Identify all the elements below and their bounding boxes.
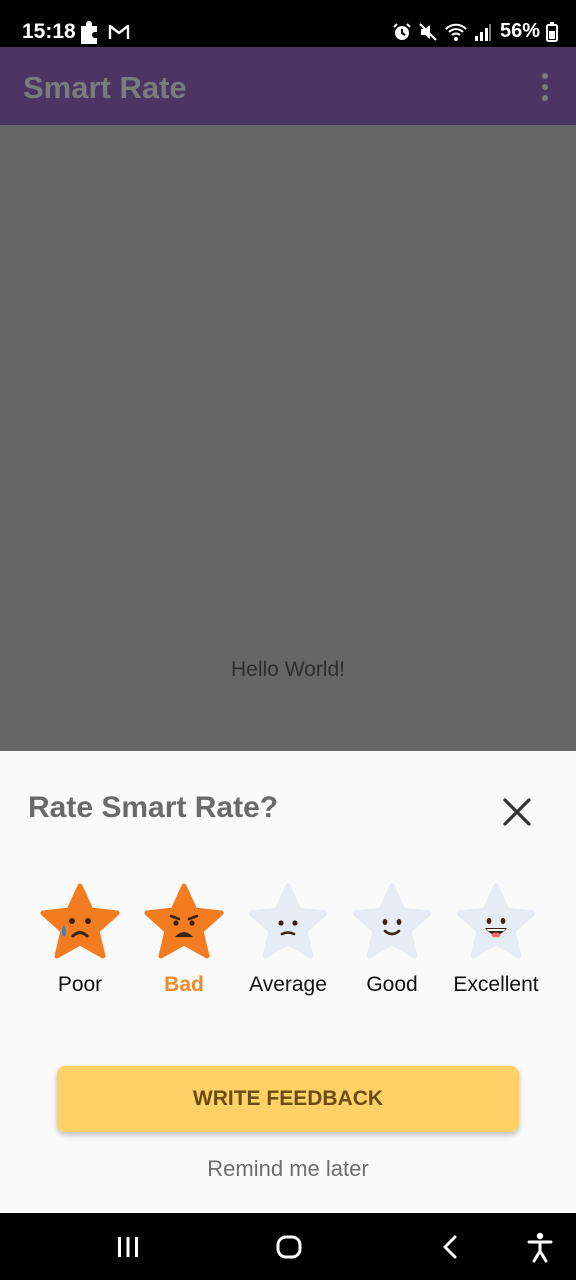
neutral-star-icon (248, 883, 328, 959)
grin-star-icon (456, 883, 536, 959)
navigation-bar (0, 1213, 576, 1280)
smile-star-icon (352, 883, 432, 959)
write-feedback-button[interactable]: WRITE FEEDBACK (57, 1066, 519, 1132)
status-time: 15:18 (22, 20, 76, 43)
app-title: Smart Rate (23, 70, 187, 105)
battery-percent: 56% (499, 20, 540, 42)
alarm-icon (393, 22, 411, 40)
wifi-icon (445, 23, 467, 41)
recents-icon[interactable] (116, 1231, 140, 1263)
main-content: Hello World! (0, 125, 576, 751)
status-bar: 15:18 56% (0, 0, 576, 47)
back-icon[interactable] (438, 1231, 462, 1263)
gmail-icon (108, 24, 130, 39)
rating-options: Poor Bad Average Good Excellent (28, 883, 548, 1013)
rating-sheet: Rate Smart Rate? Poor Bad Average Good E… (0, 751, 576, 1213)
overflow-menu-icon[interactable] (536, 73, 554, 101)
home-icon[interactable] (274, 1231, 304, 1263)
sheet-title: Rate Smart Rate? (28, 791, 279, 824)
mute-icon (419, 22, 437, 41)
crying-star-icon (40, 883, 120, 959)
rating-label: Excellent (453, 973, 539, 996)
rating-option-poor[interactable]: Poor (28, 883, 132, 997)
rating-option-excellent[interactable]: Excellent (444, 883, 548, 997)
puzzle-icon (81, 21, 97, 44)
rating-label: Good (366, 973, 418, 996)
signal-icon (474, 23, 491, 41)
rating-label: Poor (57, 973, 103, 996)
close-icon[interactable] (498, 793, 536, 831)
hello-text: Hello World! (231, 658, 345, 681)
battery-icon (546, 21, 558, 42)
rating-option-good[interactable]: Good (340, 883, 444, 997)
rating-option-bad[interactable]: Bad (132, 883, 236, 997)
accessibility-icon[interactable] (526, 1231, 554, 1263)
rating-option-average[interactable]: Average (236, 883, 340, 997)
app-bar: Smart Rate (0, 47, 576, 125)
remind-later-link[interactable]: Remind me later (0, 1156, 576, 1182)
rating-label: Average (249, 973, 327, 996)
sad-star-icon (144, 883, 224, 959)
rating-label-selected: Bad (164, 973, 204, 996)
